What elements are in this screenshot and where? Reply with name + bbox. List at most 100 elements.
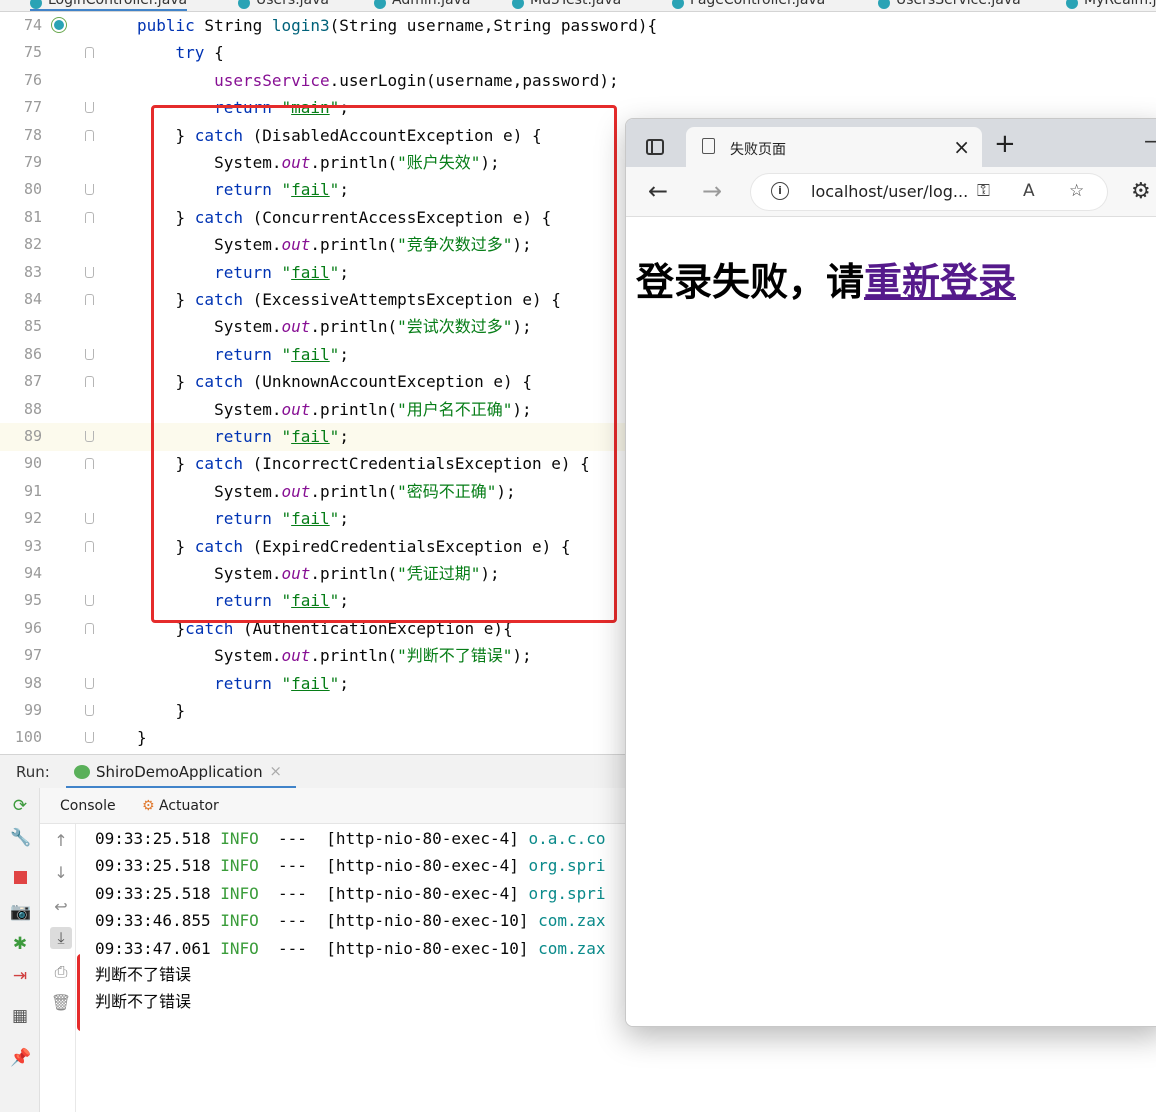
log-line: 09:33:25.518 INFO --- [http-nio-80-exec-… <box>95 825 606 853</box>
rerun-icon[interactable]: ⟳ <box>10 796 30 816</box>
console-toolbar: ↑ ↓ ↩ ⤓ ⎙ 🗑 <box>44 824 76 1112</box>
code-line[interactable]: 75 try { <box>0 39 1156 67</box>
info-icon[interactable]: i <box>771 182 789 200</box>
fold-marker-icon[interactable] <box>85 294 94 305</box>
log-level: INFO <box>220 911 259 931</box>
editor-tab[interactable]: Admin.java <box>374 0 471 11</box>
fold-marker-icon[interactable] <box>85 595 94 607</box>
line-number: 84 <box>23 290 42 308</box>
log-thread: --- [http-nio-80-exec-10] <box>258 938 539 958</box>
arrow-down-icon[interactable]: ↓ <box>50 862 72 884</box>
fold-marker-icon[interactable] <box>85 622 94 634</box>
line-number: 76 <box>23 70 42 89</box>
fold-marker-icon[interactable] <box>85 376 94 388</box>
log-time: 09:33:25.518 <box>95 829 221 848</box>
relogin-link[interactable]: 重新登录 <box>864 260 1016 304</box>
wrench-icon[interactable]: 🔧 <box>10 828 31 848</box>
fold-marker-icon[interactable] <box>85 705 94 716</box>
java-class-icon <box>238 0 250 9</box>
fold-marker-icon[interactable] <box>85 458 94 470</box>
console-output-line: 判断不了错误 <box>95 965 192 984</box>
request-mapping-icon[interactable] <box>52 18 66 32</box>
fold-marker-icon[interactable] <box>85 513 94 525</box>
fold-marker-icon[interactable] <box>85 47 94 59</box>
fold-marker-icon[interactable] <box>85 266 94 278</box>
tab-close-icon[interactable]: × <box>953 135 970 159</box>
fold-marker-icon[interactable] <box>85 348 94 360</box>
tab-actions-icon[interactable] <box>646 139 664 155</box>
address-bar[interactable]: i localhost/user/log... ⚿ A ☆ <box>751 174 1107 210</box>
pin-icon[interactable]: 📌 <box>10 1048 31 1068</box>
extensions-icon[interactable]: ⚙ <box>1131 179 1151 204</box>
spring-boot-icon <box>74 765 90 779</box>
log-level: INFO <box>220 829 259 848</box>
layout-icon[interactable]: ▦ <box>10 1006 30 1026</box>
log-level: INFO <box>220 856 259 876</box>
fold-marker-icon[interactable] <box>85 677 94 689</box>
editor-tab[interactable]: MyRealm.java <box>1066 0 1156 11</box>
actuator-icon: ⚙ <box>142 798 155 814</box>
editor-tab-label: Admin.java <box>392 0 471 8</box>
log-time: 09:33:46.855 <box>95 911 221 931</box>
editor-tab[interactable]: UsersService.java <box>878 0 1021 11</box>
line-number: 81 <box>23 207 42 226</box>
java-class-icon <box>512 0 524 9</box>
read-aloud-icon[interactable]: A <box>1023 181 1035 201</box>
editor-tab[interactable]: Users.java <box>238 0 329 11</box>
key-icon[interactable]: ⚿ <box>977 181 990 201</box>
fold-marker-icon[interactable] <box>85 732 94 744</box>
catch-blocks-highlight-box <box>151 105 617 623</box>
log-thread: --- [http-nio-80-exec-4] <box>258 829 529 848</box>
fold-marker-icon[interactable] <box>85 540 94 552</box>
fold-marker-icon[interactable] <box>85 211 94 223</box>
code-line[interactable]: 74 public String login3(String username,S… <box>0 12 1156 40</box>
browser-page-content: 登录失败，请重新登录 <box>626 217 1156 1026</box>
editor-tab-label: LoginController.java <box>48 0 188 8</box>
run-left-toolbar: ⟳ 🔧 📷 ✱ ⇥ ▦ 📌 <box>0 788 40 1112</box>
code-text: usersService.userLogin(username,password… <box>214 70 619 90</box>
minimize-button[interactable]: — <box>1144 129 1156 154</box>
fold-marker-icon[interactable] <box>85 184 94 196</box>
failure-heading-text: 登录失败，请 <box>636 260 865 304</box>
code-text: try { <box>175 43 224 63</box>
log-time: 09:33:25.518 <box>95 883 221 903</box>
line-number: 80 <box>23 180 42 199</box>
log-level: INFO <box>220 938 259 958</box>
favorite-star-icon[interactable]: ☆ <box>1069 181 1084 201</box>
close-icon[interactable]: × <box>269 762 282 780</box>
camera-icon[interactable]: 📷 <box>10 902 31 922</box>
editor-tab[interactable]: LoginController.java <box>30 0 188 11</box>
run-config-name: ShiroDemoApplication <box>96 763 263 781</box>
run-config-tab[interactable]: ShiroDemoApplication × <box>66 755 296 789</box>
scroll-to-end-icon[interactable]: ⤓ <box>50 927 72 949</box>
arrow-up-icon[interactable]: ↑ <box>50 830 72 852</box>
forward-button[interactable]: → <box>702 177 722 205</box>
login-icon[interactable]: ⇥ <box>10 966 30 986</box>
tab-actuator[interactable]: ⚙ Actuator <box>142 798 219 814</box>
fold-marker-icon[interactable] <box>85 102 94 114</box>
code-text: public String login3(String username,Str… <box>137 16 658 35</box>
line-number: 94 <box>23 564 42 582</box>
line-number: 85 <box>23 317 42 336</box>
editor-tab[interactable]: Md5Test.java <box>512 0 621 11</box>
fold-marker-icon[interactable] <box>85 431 94 442</box>
new-tab-button[interactable]: + <box>994 129 1016 159</box>
log-thread: --- [http-nio-80-exec-4] <box>258 856 529 876</box>
soft-wrap-icon[interactable]: ↩ <box>50 896 72 918</box>
line-number: 95 <box>23 591 42 610</box>
line-number: 86 <box>23 344 42 363</box>
stop-icon[interactable] <box>10 868 30 888</box>
back-button[interactable]: ← <box>648 177 668 205</box>
line-number: 89 <box>23 427 42 445</box>
print-icon[interactable]: ⎙ <box>50 961 72 983</box>
code-line[interactable]: 76 usersService.userLogin(username,passw… <box>0 67 1156 95</box>
log-line: 09:33:46.855 INFO --- [http-nio-80-exec-… <box>95 907 606 935</box>
tab-console[interactable]: Console <box>60 798 116 814</box>
code-text: } <box>137 728 147 748</box>
browser-tab[interactable]: 失败页面 × <box>686 127 982 167</box>
editor-tab[interactable]: PageController.java <box>672 0 825 11</box>
trash-icon[interactable]: 🗑 <box>50 992 72 1014</box>
browser-tab-bar: 失败页面 × + — <box>626 119 1156 167</box>
fold-marker-icon[interactable] <box>85 129 94 141</box>
bug-icon[interactable]: ✱ <box>10 934 30 954</box>
